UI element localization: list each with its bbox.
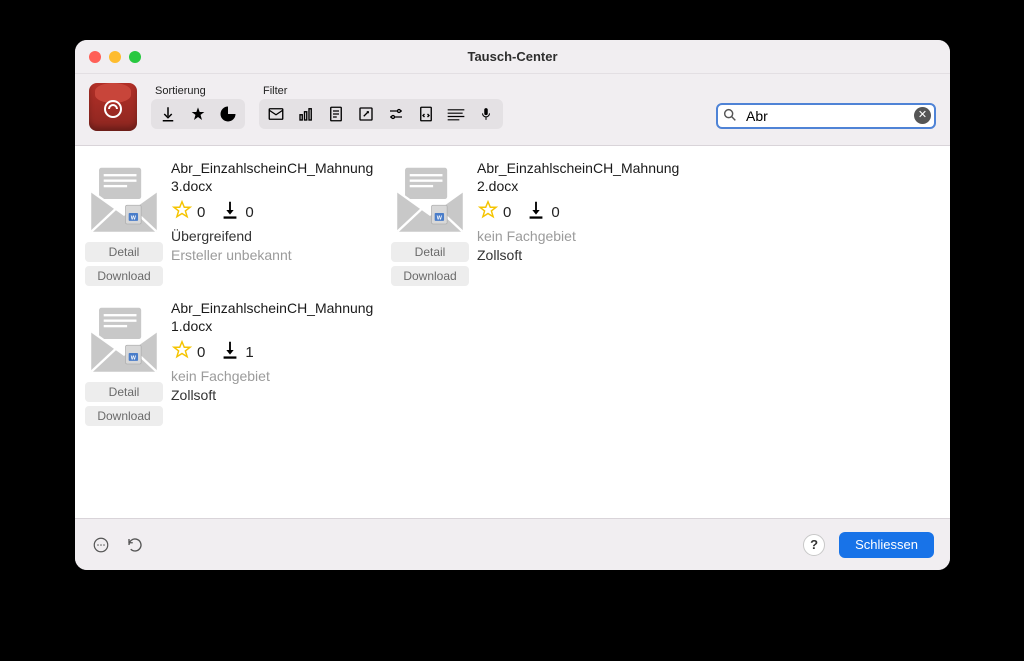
file-thumbnail-icon: W	[85, 300, 163, 378]
download-count: 0	[245, 204, 253, 221]
filename-label: Abr_EinzahlscheinCH_Mahnung2.docx	[477, 160, 685, 195]
filter-label: Filter	[263, 85, 503, 97]
author-label: Zollsoft	[477, 246, 685, 265]
download-button[interactable]: Download	[85, 266, 163, 286]
close-button[interactable]: Schliessen	[839, 532, 934, 558]
sort-date-button[interactable]	[213, 101, 243, 127]
star-icon	[477, 199, 499, 225]
download-count: 1	[245, 344, 253, 361]
help-button[interactable]: ?	[803, 534, 825, 556]
star-count: 0	[197, 204, 205, 221]
app-logo	[89, 83, 137, 131]
sort-favorites-button[interactable]	[183, 101, 213, 127]
download-icon	[525, 199, 547, 225]
filter-group: Filter	[259, 85, 503, 129]
window-title: Tausch-Center	[75, 49, 950, 64]
result-card: W Detail Download Abr_EinzahlscheinCH_Ma…	[79, 158, 385, 298]
star-count: 0	[197, 344, 205, 361]
category-label: Übergreifend	[171, 227, 379, 246]
sort-label: Sortierung	[155, 85, 245, 97]
download-button[interactable]: Download	[391, 266, 469, 286]
result-card: W Detail Download Abr_EinzahlscheinCH_Ma…	[385, 158, 691, 298]
download-icon	[219, 199, 241, 225]
filename-label: Abr_EinzahlscheinCH_Mahnung1.docx	[171, 300, 379, 335]
svg-text:W: W	[131, 215, 137, 221]
file-thumbnail-icon: W	[85, 160, 163, 238]
filter-code-button[interactable]	[411, 101, 441, 127]
filter-letter-button[interactable]	[261, 101, 291, 127]
star-count: 0	[503, 204, 511, 221]
filter-document-button[interactable]	[321, 101, 351, 127]
detail-button[interactable]: Detail	[391, 242, 469, 262]
detail-button[interactable]: Detail	[85, 242, 163, 262]
filename-label: Abr_EinzahlscheinCH_Mahnung3.docx	[171, 160, 379, 195]
filter-audio-button[interactable]	[471, 101, 501, 127]
sort-group: Sortierung	[151, 85, 245, 129]
search-icon	[722, 107, 738, 128]
svg-text:W: W	[131, 355, 137, 361]
download-button[interactable]: Download	[85, 406, 163, 426]
window-minimize-button[interactable]	[109, 51, 121, 63]
category-label: kein Fachgebiet	[171, 367, 379, 386]
star-icon	[171, 199, 193, 225]
detail-button[interactable]: Detail	[85, 382, 163, 402]
window-close-button[interactable]	[89, 51, 101, 63]
author-label: Zollsoft	[171, 386, 379, 405]
refresh-button[interactable]	[125, 535, 145, 555]
more-options-button[interactable]	[91, 535, 111, 555]
search-field: ✕	[716, 103, 936, 129]
search-input[interactable]	[716, 103, 936, 129]
filter-link-button[interactable]	[351, 101, 381, 127]
author-label: Ersteller unbekannt	[171, 246, 379, 265]
app-window: Tausch-Center Sortierung Filter	[75, 40, 950, 570]
results-grid: W Detail Download Abr_EinzahlscheinCH_Ma…	[75, 146, 950, 518]
titlebar: Tausch-Center	[75, 40, 950, 74]
svg-text:W: W	[437, 215, 443, 221]
category-label: kein Fachgebiet	[477, 227, 685, 246]
window-zoom-button[interactable]	[129, 51, 141, 63]
sort-downloads-button[interactable]	[153, 101, 183, 127]
download-icon	[219, 339, 241, 365]
footer: ? Schliessen	[75, 518, 950, 570]
toolbar: Sortierung Filter	[75, 74, 950, 146]
clear-search-button[interactable]: ✕	[914, 107, 931, 124]
download-count: 0	[551, 204, 559, 221]
file-thumbnail-icon: W	[391, 160, 469, 238]
filter-settings-button[interactable]	[381, 101, 411, 127]
result-card: W Detail Download Abr_EinzahlscheinCH_Ma…	[79, 298, 385, 438]
filter-chart-button[interactable]	[291, 101, 321, 127]
star-icon	[171, 339, 193, 365]
filter-text-button[interactable]	[441, 101, 471, 127]
